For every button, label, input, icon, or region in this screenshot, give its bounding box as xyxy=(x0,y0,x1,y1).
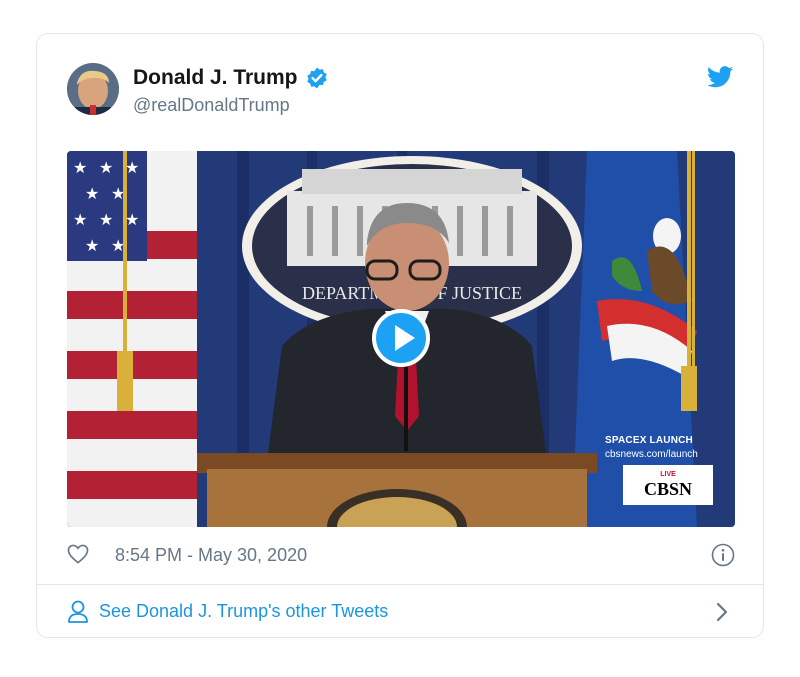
svg-text:★: ★ xyxy=(85,238,99,255)
watermark-title: SPACEX LAUNCH xyxy=(605,435,693,446)
twitter-bird-icon[interactable] xyxy=(707,66,733,88)
svg-text:★: ★ xyxy=(85,186,99,203)
watermark-url: cbsnews.com/launch xyxy=(605,449,698,460)
tweet-timestamp[interactable]: 8:54 PM - May 30, 2020 xyxy=(115,545,307,566)
embedded-tweet-card: Donald J. Trump @realDonaldTrump ★ ★ ★ ★… xyxy=(36,33,764,638)
avatar[interactable] xyxy=(67,63,119,115)
other-tweets-link[interactable]: See Donald J. Trump's other Tweets xyxy=(37,585,763,638)
author-name[interactable]: Donald J. Trump xyxy=(133,66,298,90)
heart-icon[interactable] xyxy=(67,544,89,564)
tweet-meta-row: 8:54 PM - May 30, 2020 xyxy=(67,541,735,569)
author-name-row[interactable]: Donald J. Trump xyxy=(133,66,329,90)
cbsn-logo: LIVE CBSN xyxy=(623,465,713,505)
logo-live: LIVE xyxy=(660,471,676,478)
svg-text:★: ★ xyxy=(73,212,87,229)
svg-text:★: ★ xyxy=(73,160,87,177)
verified-icon xyxy=(306,67,327,89)
svg-text:★: ★ xyxy=(99,160,113,177)
logo-brand: CBSN xyxy=(643,479,692,499)
other-tweets-label[interactable]: See Donald J. Trump's other Tweets xyxy=(99,601,388,622)
video-player[interactable]: ★ ★ ★ ★ ★ ★ ★ ★ ★ ★ DEPARTMENT JUSTICE S… xyxy=(67,151,735,527)
svg-text:★: ★ xyxy=(125,160,139,177)
person-icon xyxy=(68,600,88,623)
play-button[interactable] xyxy=(372,309,430,367)
author-handle[interactable]: @realDonaldTrump xyxy=(133,95,290,116)
info-icon[interactable] xyxy=(711,543,735,567)
chevron-right-icon[interactable] xyxy=(715,602,729,622)
svg-text:★: ★ xyxy=(125,212,139,229)
svg-text:★: ★ xyxy=(99,212,113,229)
